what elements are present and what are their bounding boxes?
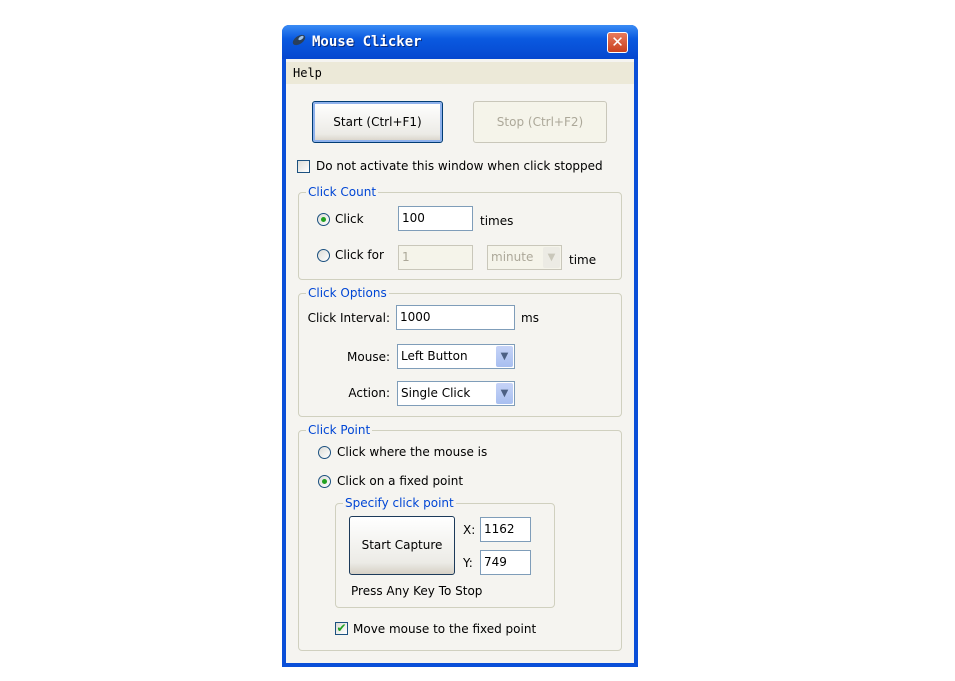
close-icon[interactable]: ✕ [607, 32, 628, 53]
x-label: X: [463, 523, 476, 537]
window-title: Mouse Clicker [312, 34, 422, 50]
mouse-button-select[interactable]: Left Button ▼ [397, 344, 515, 369]
fixed-point-label: Click on a fixed point [337, 474, 464, 488]
click-point-legend: Click Point [306, 423, 373, 437]
chevron-down-icon: ▼ [496, 383, 513, 404]
click-for-input[interactable]: 1 [398, 245, 473, 270]
start-capture-button[interactable]: Start Capture [349, 516, 455, 575]
click-count-legend: Click Count [306, 185, 379, 199]
times-label: times [480, 214, 514, 228]
click-for-radio[interactable] [317, 249, 330, 262]
where-mouse-radio[interactable] [318, 446, 331, 459]
click-options-legend: Click Options [306, 286, 389, 300]
action-label: Action: [348, 386, 390, 400]
ms-label: ms [521, 311, 539, 325]
y-label: Y: [463, 556, 473, 570]
mouse-clicker-window: Mouse Clicker ✕ Help Start (Ctrl+F1) Sto… [282, 25, 638, 667]
move-mouse-checkbox[interactable]: ✔ [335, 622, 348, 635]
no-activate-checkbox[interactable] [297, 160, 310, 173]
no-activate-label: Do not activate this window when click s… [316, 159, 603, 173]
click-label: Click [335, 212, 364, 226]
menu-bar: Help [286, 62, 634, 84]
click-count-input[interactable]: 100 [398, 206, 473, 231]
time-label: time [569, 253, 597, 267]
chevron-down-icon: ▼ [496, 346, 513, 367]
time-unit-value: minute [491, 250, 534, 264]
y-input[interactable]: 749 [480, 550, 531, 575]
where-mouse-label: Click where the mouse is [337, 445, 488, 459]
click-for-label: Click for [335, 248, 384, 262]
fixed-point-radio[interactable] [318, 475, 331, 488]
time-unit-select[interactable]: minute ▼ [487, 245, 562, 270]
menu-help[interactable]: Help [293, 66, 322, 80]
move-mouse-label: Move mouse to the fixed point [353, 622, 537, 636]
stop-button[interactable]: Stop (Ctrl+F2) [473, 101, 607, 143]
start-button[interactable]: Start (Ctrl+F1) [312, 101, 443, 143]
mouse-button-value: Left Button [401, 349, 468, 363]
chevron-down-icon: ▼ [543, 247, 560, 268]
client-area: Help Start (Ctrl+F1) Stop (Ctrl+F2) Do n… [286, 59, 634, 663]
interval-label: Click Interval: [307, 311, 390, 325]
mouse-icon [292, 34, 306, 46]
click-radio[interactable] [317, 213, 330, 226]
title-bar[interactable]: Mouse Clicker ✕ [282, 25, 638, 59]
action-value: Single Click [401, 386, 471, 400]
mouse-label: Mouse: [347, 350, 390, 364]
specify-point-legend: Specify click point [343, 496, 456, 510]
interval-input[interactable]: 1000 [396, 305, 515, 330]
action-select[interactable]: Single Click ▼ [397, 381, 515, 406]
capture-hint: Press Any Key To Stop [351, 584, 483, 598]
x-input[interactable]: 1162 [480, 517, 531, 542]
